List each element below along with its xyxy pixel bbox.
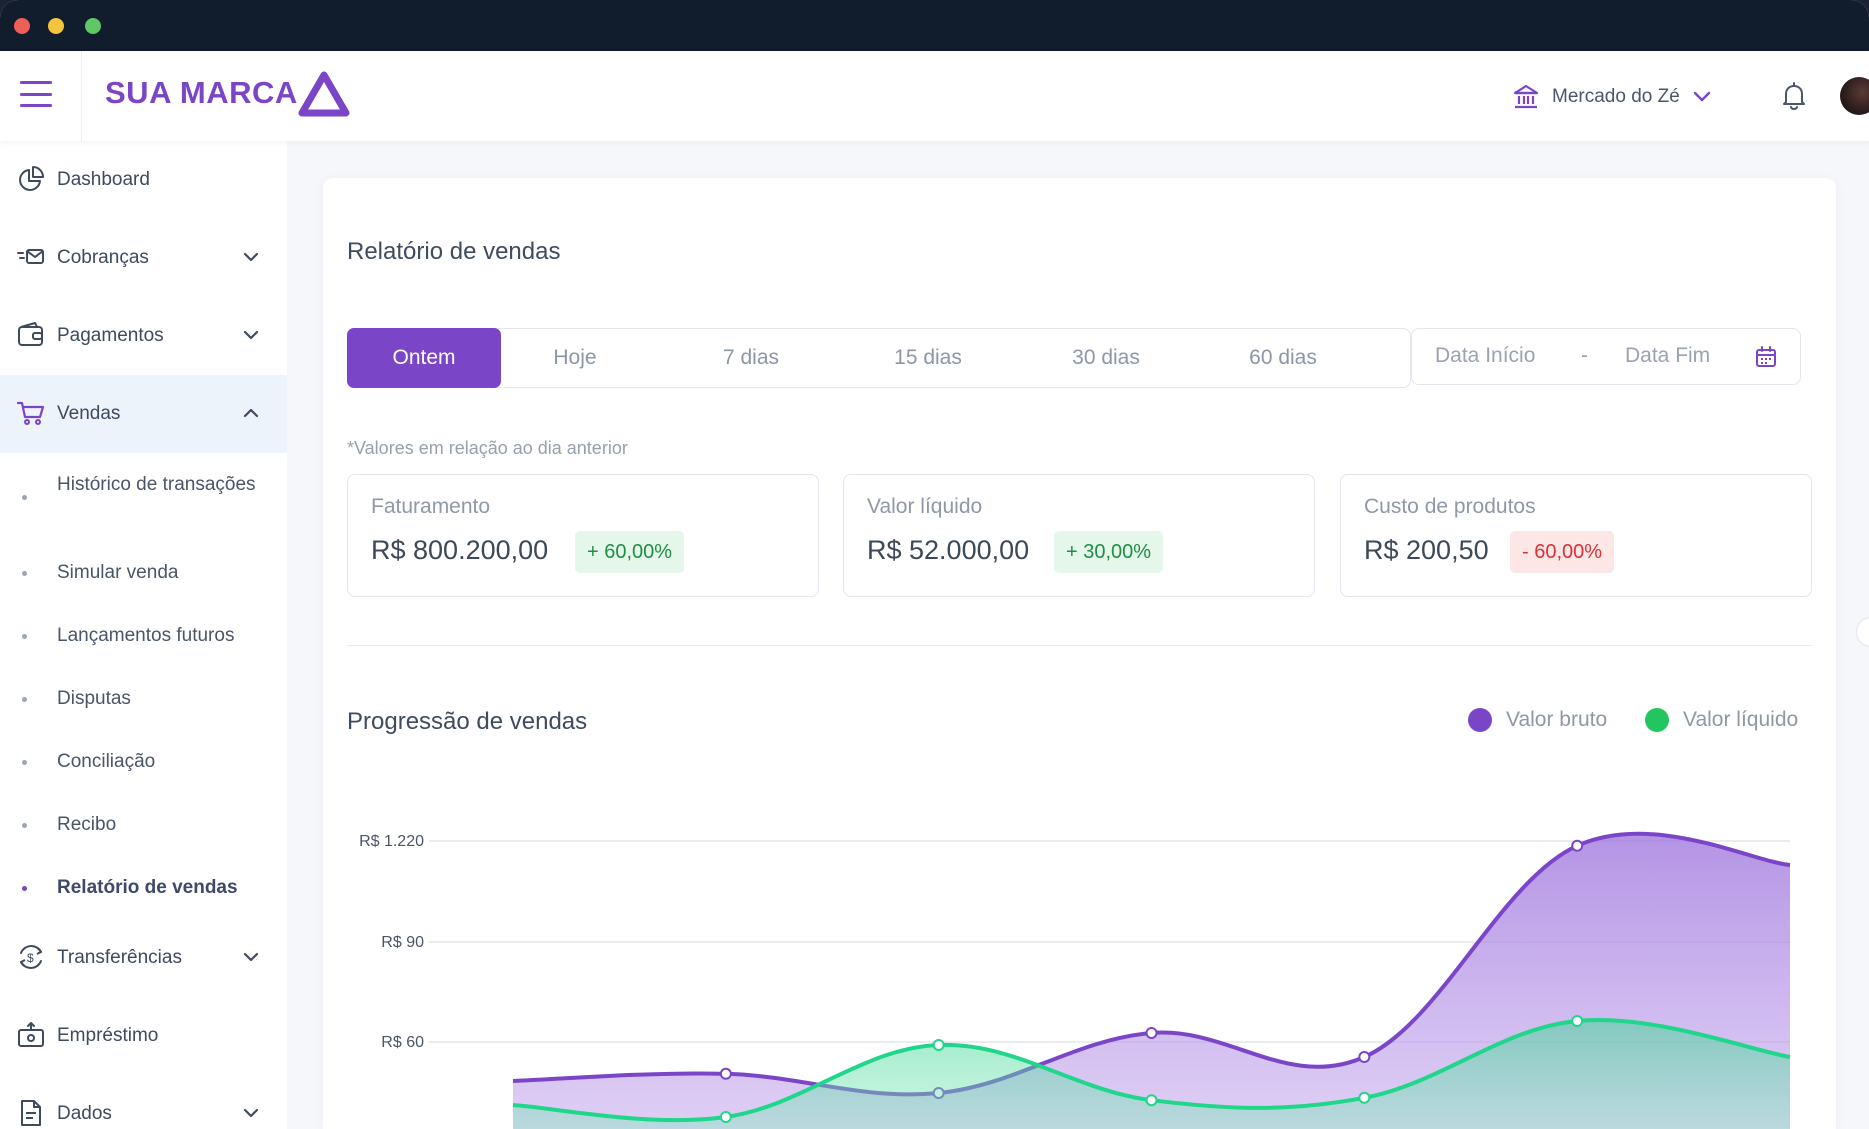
sidebar-item-vendas[interactable]: Vendas — [0, 375, 287, 453]
chevron-down-icon — [243, 252, 259, 262]
bullet-dot — [22, 823, 27, 828]
sidebar-item-label: Dados — [57, 1103, 112, 1124]
sidebar-subitem-label: Lançamentos futuros — [57, 625, 235, 646]
chevron-down-icon — [243, 952, 259, 962]
bullet-dot — [22, 760, 27, 765]
chevron-down-icon — [1693, 91, 1710, 102]
data-point[interactable] — [1358, 1051, 1371, 1063]
y-tick-label: R$ 90 — [381, 934, 424, 951]
sales-progression-chart: R$ 1.220 R$ 90 R$ 60 — [359, 831, 1791, 1129]
store-name: Mercado do Zé — [1552, 86, 1680, 107]
sales-report-card: Relatório de vendas Ontem Hoje 7 dias 15… — [323, 178, 1836, 1129]
sidebar-item-label: Transferências — [57, 947, 182, 968]
sidebar-subitem-historico-de-transacoes[interactable]: Histórico de transações — [0, 471, 287, 531]
window-maximize-button[interactable] — [85, 18, 101, 34]
sidebar-subitem-label: Recibo — [57, 814, 117, 835]
top-bar: SUA MARCA Mercado do Zé — [0, 51, 1869, 141]
y-tick-label: R$ 1.220 — [359, 833, 424, 850]
loan-icon — [18, 1022, 44, 1047]
sidebar-item-dashboard[interactable]: Dashboard — [0, 141, 287, 219]
notifications-bell-icon[interactable] — [1780, 81, 1808, 111]
sidebar-subitem-label: Relatório de vendas — [57, 877, 238, 898]
chevron-down-icon — [243, 330, 259, 340]
data-point[interactable] — [1571, 1015, 1584, 1027]
menu-toggle-button[interactable] — [20, 81, 52, 107]
bullet-dot — [22, 495, 27, 500]
window-minimize-button[interactable] — [48, 18, 64, 34]
bullet-dot — [22, 697, 27, 702]
panel-collapse-handle[interactable] — [1856, 617, 1869, 647]
data-point[interactable] — [1145, 1027, 1158, 1039]
pie-chart-icon — [19, 166, 44, 191]
svg-text:$: $ — [27, 951, 34, 965]
billing-icon — [17, 249, 44, 264]
brand-name: SUA MARCA — [105, 75, 298, 110]
data-point[interactable] — [719, 1067, 732, 1080]
wallet-icon — [18, 322, 43, 346]
sidebar-item-label: Pagamentos — [57, 325, 164, 346]
cart-icon — [17, 401, 45, 425]
sidebar-item-transferencias[interactable]: $ Transferências — [0, 919, 287, 997]
sidebar-item-label: Dashboard — [57, 169, 150, 190]
app-window: SUA MARCA Mercado do Zé Dashboard Cobran… — [0, 0, 1869, 1129]
data-point[interactable] — [1358, 1091, 1371, 1104]
sidebar-item-label: Vendas — [57, 403, 121, 424]
sidebar-subitem-label: Histórico de transações — [57, 474, 256, 495]
sidebar-item-label: Cobranças — [57, 247, 149, 268]
brand-logo-icon — [298, 71, 350, 117]
sidebar-item-label: Empréstimo — [57, 1025, 159, 1046]
sidebar-item-dados[interactable]: Dados — [0, 1075, 287, 1129]
sidebar-item-emprestimo[interactable]: Empréstimo — [0, 997, 287, 1075]
sidebar: Dashboard Cobranças Pagamentos Vendas Hi… — [0, 141, 287, 1129]
sidebar-subitem-lancamentos-futuros[interactable]: Lançamentos futuros — [0, 622, 287, 662]
chart-series — [512, 831, 1791, 1129]
data-point[interactable] — [932, 1039, 945, 1051]
hamburger-icon-line — [20, 92, 52, 96]
sidebar-item-pagamentos[interactable]: Pagamentos — [0, 297, 287, 375]
hamburger-icon-line — [20, 104, 52, 107]
sidebar-subitem-label: Disputas — [57, 688, 131, 709]
sidebar-subitem-label: Conciliação — [57, 751, 156, 772]
sidebar-subitem-recibo[interactable]: Recibo — [0, 811, 287, 851]
chevron-down-icon — [243, 1108, 259, 1118]
window-titlebar — [0, 0, 1869, 51]
sidebar-subitem-relatorio-de-vendas[interactable]: Relatório de vendas — [0, 874, 287, 914]
topbar-divider — [81, 51, 82, 141]
sidebar-item-cobrancas[interactable]: Cobranças — [0, 219, 287, 297]
hamburger-icon — [20, 81, 52, 84]
document-icon — [21, 1100, 41, 1126]
sidebar-subitem-disputas[interactable]: Disputas — [0, 685, 287, 725]
window-close-button[interactable] — [14, 18, 30, 34]
data-point[interactable] — [719, 1111, 732, 1123]
sidebar-subitem-simular-venda[interactable]: Simular venda — [0, 559, 287, 599]
data-point[interactable] — [1571, 839, 1584, 852]
bullet-dot — [22, 634, 27, 639]
sidebar-subitem-conciliacao[interactable]: Conciliação — [0, 748, 287, 788]
y-tick-label: R$ 60 — [381, 1034, 424, 1051]
transfer-icon: $ — [20, 945, 42, 969]
bullet-dot — [22, 886, 27, 891]
data-point[interactable] — [1145, 1094, 1158, 1107]
user-avatar[interactable] — [1840, 77, 1869, 115]
store-selector[interactable]: Mercado do Zé — [1512, 79, 1712, 115]
bank-icon — [1513, 84, 1539, 109]
chevron-up-icon — [243, 408, 259, 418]
bullet-dot — [22, 571, 27, 576]
sidebar-subitem-label: Simular venda — [57, 562, 179, 583]
